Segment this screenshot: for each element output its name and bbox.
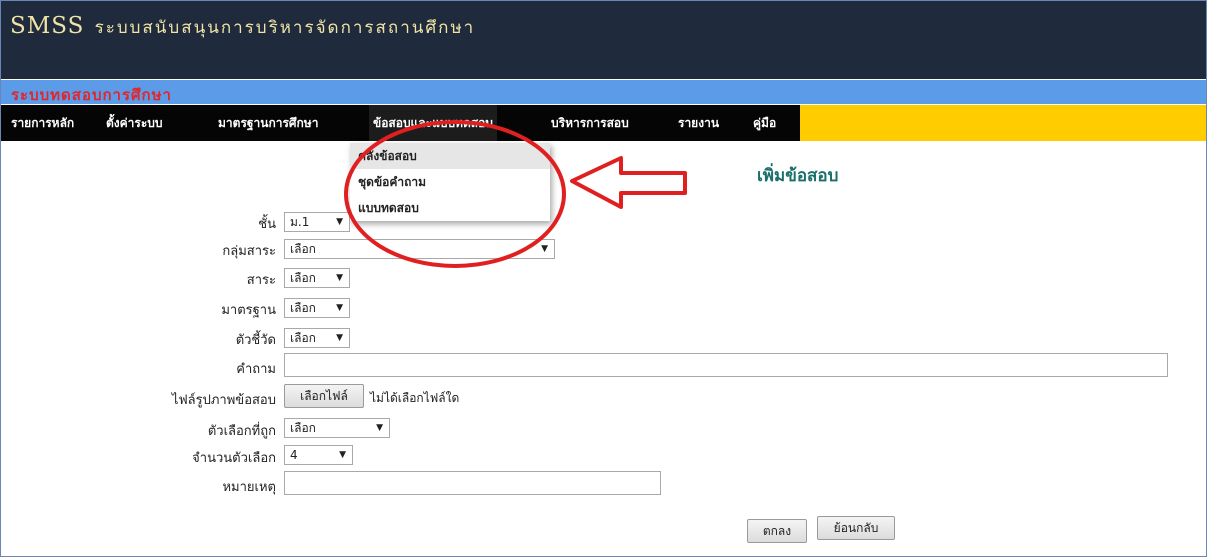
ok-button[interactable]: ตกลง	[747, 519, 807, 543]
dropdown-item-question-set[interactable]: ชุดข้อคำถาม	[350, 169, 550, 195]
image-file-label: ไฟล์รูปภาพข้อสอบ	[171, 393, 276, 408]
indicator-label: ตัวชี้วัด	[235, 333, 276, 348]
app-logo: SMSS	[10, 13, 85, 39]
question-label: คำถาม	[236, 362, 276, 377]
exams-dropdown-menu: คลังข้อสอบ ชุดข้อคำถาม แบบทดสอบ	[350, 143, 550, 221]
correct-choice-label: ตัวเลือกที่ถูก	[207, 424, 276, 439]
choose-file-button[interactable]: เลือกไฟล์	[284, 384, 364, 408]
strand-value: เลือก	[290, 271, 316, 285]
indicator-select[interactable]: เลือก ▼	[284, 328, 350, 348]
dropdown-item-test[interactable]: แบบทดสอบ	[350, 195, 550, 221]
chevron-down-icon: ▼	[336, 333, 343, 343]
menu-item-settings[interactable]: ตั้งค่าระบบ	[106, 105, 163, 141]
menu-item-exams[interactable]: ข้อสอบและแบบทดสอบ	[369, 105, 497, 141]
system-title-bar: ระบบทดสอบการศึกษา	[1, 80, 1206, 104]
menu-item-exam-admin[interactable]: บริหารการสอบ	[551, 105, 629, 141]
level-select[interactable]: ม.1 ▼	[284, 212, 350, 232]
level-label: ชั้น	[258, 217, 276, 232]
back-button[interactable]: ย้อนกลับ	[817, 516, 895, 540]
note-input[interactable]	[284, 471, 661, 495]
menu-item-home[interactable]: รายการหลัก	[11, 105, 74, 141]
menu-item-standards[interactable]: มาตรฐานการศึกษา	[218, 105, 318, 141]
subject-group-label: กลุ่มสาระ	[222, 244, 276, 259]
correct-choice-select[interactable]: เลือก ▼	[284, 418, 390, 438]
indicator-value: เลือก	[290, 331, 316, 345]
standard-label: มาตรฐาน	[221, 303, 276, 318]
standard-select[interactable]: เลือก ▼	[284, 298, 350, 318]
chevron-down-icon: ▼	[336, 273, 343, 283]
subject-group-value: เลือก	[290, 242, 316, 256]
system-title: ระบบทดสอบการศึกษา	[11, 86, 172, 104]
dropdown-item-question-bank[interactable]: คลังข้อสอบ	[350, 143, 550, 169]
chevron-down-icon: ▼	[336, 217, 343, 227]
brand: SMSS ระบบสนับสนุนการบริหารจัดการสถานศึกษ…	[10, 13, 475, 41]
app-header: SMSS ระบบสนับสนุนการบริหารจัดการสถานศึกษ…	[1, 1, 1206, 79]
menu-item-reports[interactable]: รายงาน	[678, 105, 719, 141]
choice-count-value: 4	[290, 448, 298, 462]
page-title: เพิ่มข้อสอบ	[757, 166, 839, 186]
strand-label: สาระ	[246, 273, 276, 288]
correct-choice-value: เลือก	[290, 421, 316, 435]
chevron-down-icon: ▼	[339, 450, 346, 460]
question-input[interactable]	[284, 353, 1168, 377]
chevron-down-icon: ▼	[376, 423, 383, 433]
menu-item-manual[interactable]: คู่มือ	[753, 105, 776, 141]
standard-value: เลือก	[290, 301, 316, 315]
strand-select[interactable]: เลือก ▼	[284, 268, 350, 288]
app-tagline: ระบบสนับสนุนการบริหารจัดการสถานศึกษา	[94, 18, 476, 38]
subject-group-select[interactable]: เลือก ▼	[284, 239, 555, 259]
level-value: ม.1	[290, 215, 310, 229]
chevron-down-icon: ▼	[541, 244, 548, 254]
choice-count-label: จำนวนตัวเลือก	[192, 451, 276, 466]
choice-count-select[interactable]: 4 ▼	[284, 445, 353, 465]
file-status-text: ไม่ได้เลือกไฟล์ใด	[370, 391, 460, 405]
main-menu: รายการหลัก ตั้งค่าระบบ มาตรฐานการศึกษา ข…	[1, 105, 1206, 141]
chevron-down-icon: ▼	[336, 303, 343, 313]
note-label: หมายเหตุ	[222, 480, 276, 495]
